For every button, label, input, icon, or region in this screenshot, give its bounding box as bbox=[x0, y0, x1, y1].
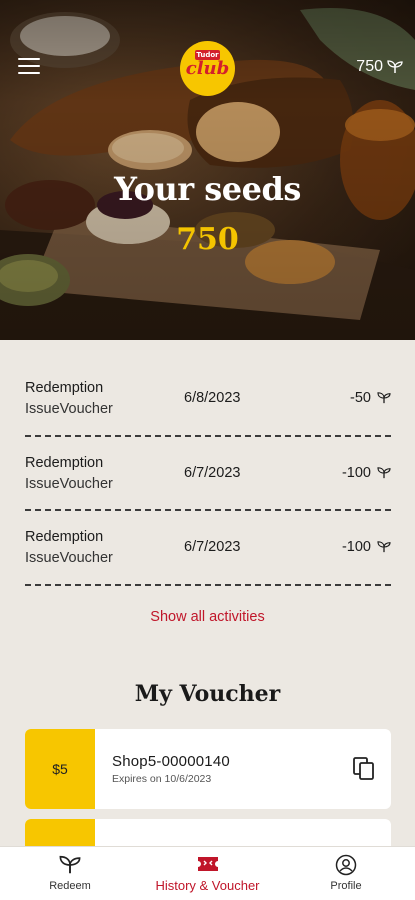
sprout-icon bbox=[387, 60, 403, 73]
copy-icon[interactable] bbox=[353, 757, 375, 781]
profile-icon bbox=[335, 854, 357, 876]
activity-amount-value: -100 bbox=[341, 539, 371, 555]
activity-amount: -50 bbox=[350, 390, 391, 406]
activity-subtype: IssueVoucher bbox=[25, 475, 113, 492]
show-all-activities-link[interactable]: Show all activities bbox=[0, 609, 415, 625]
activity-amount-value: -100 bbox=[341, 464, 371, 481]
sprout-icon bbox=[377, 466, 391, 478]
nav-item-history-voucher[interactable]: History & Voucher bbox=[142, 847, 273, 900]
sprout-icon bbox=[377, 541, 391, 553]
voucher-code: Shop5-00000140 bbox=[112, 753, 230, 770]
nav-item-redeem[interactable]: Redeem bbox=[20, 847, 120, 900]
activity-list: Redemption IssueVoucher 6/8/2023 -50 Red… bbox=[25, 362, 391, 586]
page-title: Your seeds bbox=[114, 170, 301, 208]
sprout-icon bbox=[59, 855, 81, 874]
nav-item-profile[interactable]: Profile bbox=[296, 847, 396, 900]
activity-type: Redemption bbox=[25, 380, 104, 396]
menu-button[interactable] bbox=[18, 58, 40, 76]
activity-amount: -100 bbox=[342, 539, 391, 555]
bottom-navigation: Redeem History & Voucher Profile bbox=[0, 846, 415, 900]
list-item: Redemption IssueVoucher 6/8/2023 -50 bbox=[25, 362, 391, 437]
voucher-card[interactable]: $5 Shop5-00000140 Expires on 10/6/2023 bbox=[25, 729, 391, 809]
activity-date: 6/7/2023 bbox=[184, 464, 241, 481]
voucher-section-title: My Voucher bbox=[134, 681, 281, 707]
nav-label: Profile bbox=[330, 880, 362, 892]
activity-type: Redemption bbox=[25, 454, 104, 471]
activity-date: 6/8/2023 bbox=[184, 390, 241, 406]
nav-label: Redeem bbox=[49, 880, 91, 892]
ticket-icon bbox=[198, 857, 218, 871]
activity-amount-value: -50 bbox=[350, 390, 371, 406]
hamburger-icon bbox=[18, 58, 40, 60]
activity-amount: -100 bbox=[342, 465, 391, 481]
list-item: Redemption IssueVoucher 6/7/2023 -100 bbox=[25, 437, 391, 511]
seed-balance: 750 bbox=[356, 58, 383, 75]
sprout-icon bbox=[377, 392, 391, 404]
seed-total: 750 bbox=[176, 222, 239, 257]
list-item: Redemption IssueVoucher 6/7/2023 -100 bbox=[25, 511, 391, 586]
seed-balance-indicator[interactable]: 750 bbox=[356, 58, 403, 76]
voucher-value: $5 bbox=[25, 729, 95, 809]
hero-banner: Tudor club 750 Your seeds 750 bbox=[0, 0, 415, 340]
nav-label: History & Voucher bbox=[155, 878, 260, 893]
logo-text: club bbox=[185, 58, 230, 79]
club-logo[interactable]: Tudor club bbox=[180, 41, 235, 96]
activity-date: 6/7/2023 bbox=[184, 539, 241, 555]
voucher-expiry: Expires on 10/6/2023 bbox=[112, 773, 212, 785]
activity-subtype: IssueVoucher bbox=[25, 550, 113, 566]
activity-type: Redemption bbox=[25, 529, 104, 545]
activity-subtype: IssueVoucher bbox=[25, 401, 113, 417]
